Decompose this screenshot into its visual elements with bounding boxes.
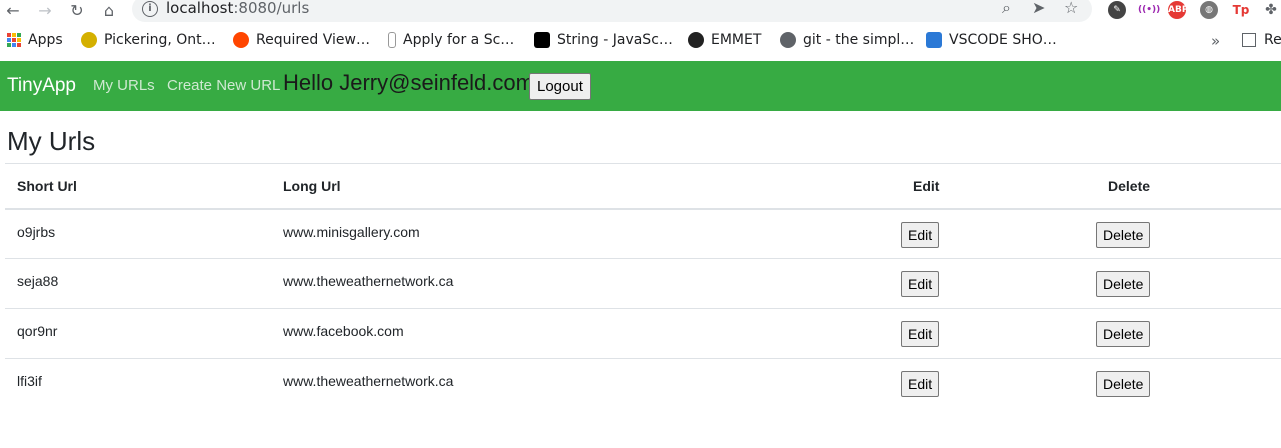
- delete-cell: Delete: [1096, 308, 1281, 359]
- edit-button[interactable]: Edit: [901, 221, 940, 248]
- reading-list-label: Re: [1264, 32, 1281, 48]
- bookmark-star-icon[interactable]: ☆: [1064, 0, 1078, 17]
- column-header-edit: Edit: [901, 163, 1096, 210]
- column-header-long-url: Long Url: [271, 163, 901, 210]
- bookmark-label: Apply for a Sc…: [403, 32, 515, 48]
- weather-icon: [81, 32, 97, 48]
- bookmark-required-view[interactable]: Required View…: [233, 32, 370, 48]
- column-header-delete: Delete: [1096, 163, 1281, 210]
- nav-my-urls[interactable]: My URLs: [93, 77, 155, 94]
- vscode-icon: [926, 32, 942, 48]
- address-url[interactable]: localhost:8080/urls: [166, 0, 309, 17]
- user-greeting: Hello Jerry@seinfeld.com: [283, 70, 534, 95]
- bookmark-label: Required View…: [256, 32, 370, 48]
- delete-cell: Delete: [1096, 358, 1281, 409]
- extensions-puzzle-icon[interactable]: ✤: [1262, 1, 1280, 19]
- page-title: My Urls: [7, 126, 96, 156]
- bookmarks-overflow-icon[interactable]: »: [1211, 32, 1220, 50]
- bookmark-emmet[interactable]: EMMET: [688, 32, 761, 48]
- mdn-icon: [534, 32, 550, 48]
- bookmark-label: EMMET: [711, 32, 762, 48]
- table-row: seja88 www.theweathernetwork.ca Edit Del…: [5, 258, 1281, 309]
- long-url-cell: www.theweathernetwork.ca: [271, 358, 901, 409]
- reading-list[interactable]: Re: [1242, 32, 1281, 48]
- bookmark-apply-scholarship[interactable]: Apply for a Sc…: [388, 32, 514, 48]
- emmet-icon: [688, 32, 704, 48]
- brand-link[interactable]: TinyApp: [7, 75, 76, 97]
- zoom-icon[interactable]: ⌕: [1002, 0, 1011, 18]
- broadcast-extension-icon[interactable]: ((•)): [1138, 1, 1160, 19]
- bookmark-string-javascript[interactable]: String - JavaSc…: [534, 32, 673, 48]
- globe-extension-icon[interactable]: ◍: [1200, 1, 1218, 19]
- bookmark-label: git - the simpl…: [803, 32, 915, 48]
- column-header-short-url: Short Url: [5, 163, 271, 210]
- long-url-cell: www.theweathernetwork.ca: [271, 258, 901, 309]
- delete-button[interactable]: Delete: [1096, 321, 1151, 347]
- edit-cell: Edit: [901, 308, 1096, 359]
- address-bar[interactable]: i localhost:8080/urls ⌕ ➤ ☆: [132, 0, 1092, 22]
- bookmark-pickering[interactable]: Pickering, Ont…: [81, 32, 216, 48]
- url-host: localhost: [166, 0, 234, 17]
- edit-button[interactable]: Edit: [901, 271, 940, 297]
- bookmark-label: Pickering, Ont…: [104, 32, 216, 48]
- school-icon: [388, 32, 396, 48]
- reddit-icon: [233, 32, 249, 48]
- short-url-cell: qor9nr: [5, 308, 271, 359]
- url-path: :8080/urls: [233, 0, 310, 17]
- send-icon[interactable]: ➤: [1032, 0, 1045, 17]
- bookmark-label: VSCODE SHO…: [949, 32, 1057, 48]
- home-icon[interactable]: ⌂: [98, 0, 120, 20]
- nav-create-new-url[interactable]: Create New URL: [167, 77, 280, 94]
- delete-button[interactable]: Delete: [1096, 221, 1151, 248]
- short-url-cell: lfi3if: [5, 358, 271, 409]
- delete-button[interactable]: Delete: [1096, 271, 1151, 297]
- edit-button[interactable]: Edit: [901, 371, 940, 397]
- table-row: o9jrbs www.minisgallery.com Edit Delete: [5, 209, 1281, 259]
- bookmark-git-simple[interactable]: git - the simpl…: [780, 32, 914, 48]
- reading-list-icon: [1242, 33, 1256, 47]
- bookmark-apps[interactable]: Apps: [7, 32, 63, 48]
- delete-cell: Delete: [1096, 209, 1281, 259]
- bookmark-vscode-shortcuts[interactable]: VSCODE SHO…: [926, 32, 1057, 48]
- apps-grid-icon: [7, 33, 21, 47]
- bookmark-label: String - JavaSc…: [557, 32, 673, 48]
- forward-icon[interactable]: →: [34, 0, 56, 20]
- logout-button[interactable]: Logout: [529, 73, 591, 100]
- edit-cell: Edit: [901, 258, 1096, 309]
- long-url-cell: www.facebook.com: [271, 308, 901, 359]
- tp-extension-icon[interactable]: Tp: [1232, 1, 1250, 19]
- adblock-extension-icon[interactable]: ABP: [1168, 1, 1188, 19]
- bookmarks-bar: Apps Pickering, Ont… Required View… Appl…: [0, 28, 1281, 56]
- back-icon[interactable]: ←: [2, 0, 24, 20]
- edit-cell: Edit: [901, 209, 1096, 259]
- short-url-cell: seja88: [5, 258, 271, 309]
- eyedropper-extension-icon[interactable]: ✎: [1108, 1, 1126, 19]
- short-url-cell: o9jrbs: [17, 223, 56, 240]
- edit-cell: Edit: [901, 358, 1096, 409]
- delete-button[interactable]: Delete: [1096, 371, 1151, 397]
- browser-toolbar: ← → ↻ ⌂ i localhost:8080/urls ⌕ ➤ ☆ ✎ ((…: [0, 0, 1281, 22]
- long-url-cell: www.minisgallery.com: [283, 223, 420, 240]
- site-info-icon[interactable]: i: [142, 1, 158, 17]
- reload-icon[interactable]: ↻: [66, 0, 88, 20]
- table-row: qor9nr www.facebook.com Edit Delete: [5, 308, 1281, 359]
- table-header-row: Short Url Long Url Edit Delete: [5, 163, 1281, 210]
- urls-table: Short Url Long Url Edit Delete o9jrbs ww…: [5, 163, 1281, 409]
- delete-cell: Delete: [1096, 258, 1281, 309]
- table-row: lfi3if www.theweathernetwork.ca Edit Del…: [5, 358, 1281, 409]
- edit-button[interactable]: Edit: [901, 321, 940, 347]
- app-navbar: TinyApp My URLs Create New URL Hello Jer…: [0, 61, 1281, 111]
- bookmark-label: Apps: [28, 32, 63, 48]
- globe-icon: [780, 32, 796, 48]
